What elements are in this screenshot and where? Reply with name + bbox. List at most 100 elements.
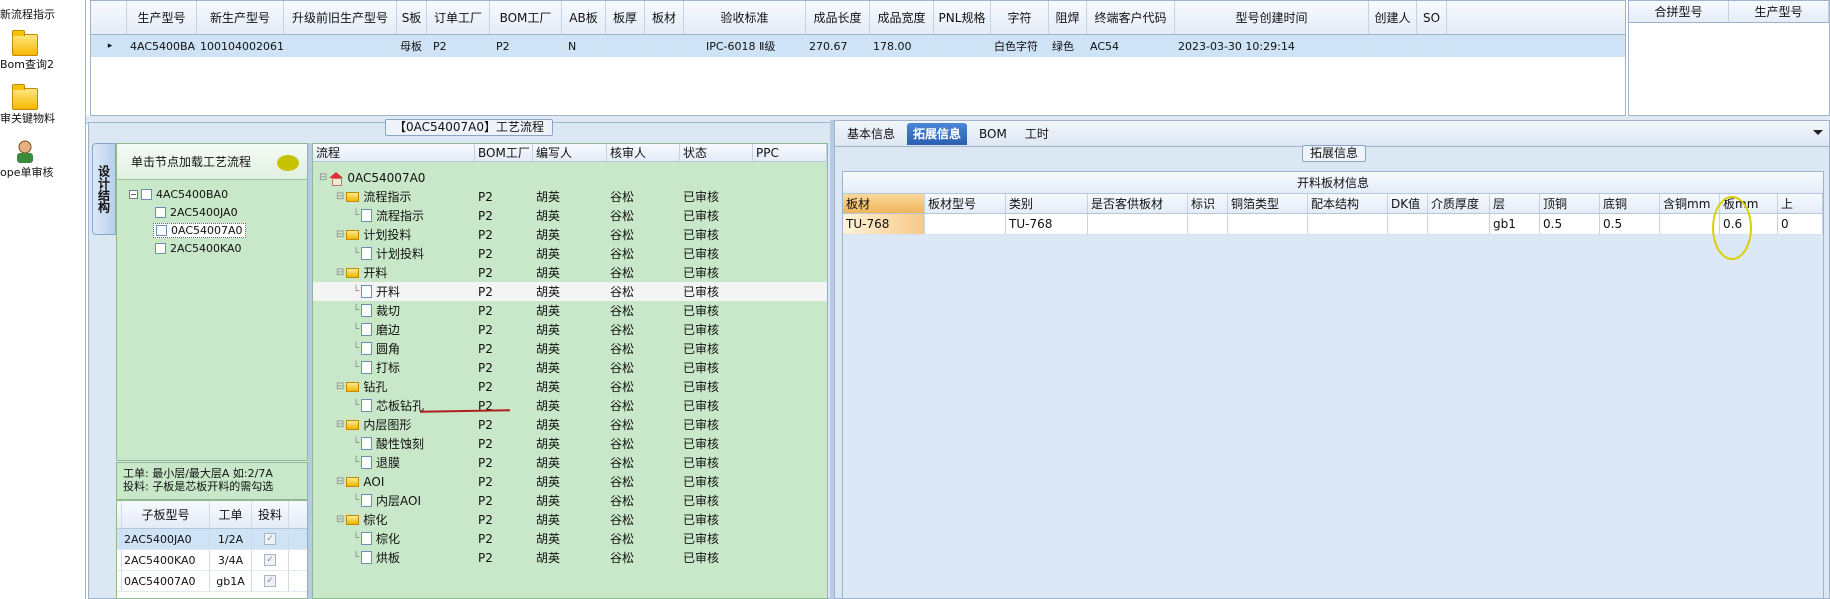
collapse-icon[interactable]: ⊟ [336,267,344,278]
collapse-icon[interactable]: ⊟ [336,514,344,525]
flow-reviewer-cell[interactable]: 谷松 [607,358,680,377]
flow-name-cell[interactable]: └ 酸性蚀刻 [313,434,475,453]
flow-name-cell[interactable]: └ 棕化 [313,529,475,548]
checkbox[interactable]: ✓ [264,533,276,545]
col-header[interactable]: BOM工厂 [475,144,533,161]
flow-name-cell[interactable]: ⊟ 计划投料 [313,225,475,244]
flow-author-cell[interactable]: 胡英 [533,529,607,548]
cell[interactable]: ✓ [252,529,289,549]
flow-ppc-cell[interactable] [753,339,827,358]
flow-bom-cell[interactable]: P2 [475,529,533,548]
cell[interactable] [1660,214,1720,234]
flow-name-cell[interactable]: ⊟ 棕化 [313,510,475,529]
tab-basic-info[interactable]: 基本信息 [841,123,901,145]
tree-node-root[interactable]: − 4AC5400BA0 [129,188,228,201]
col-header[interactable]: 是否客供板材 [1088,194,1188,213]
flow-reviewer-cell[interactable] [607,168,680,187]
flow-status-cell[interactable]: 已审核 [680,282,753,301]
flow-reviewer-cell[interactable]: 谷松 [607,244,680,263]
flow-ppc-cell[interactable] [753,434,827,453]
flow-reviewer-cell[interactable]: 谷松 [607,529,680,548]
flow-ppc-cell[interactable] [753,529,827,548]
flow-status-cell[interactable]: 已审核 [680,491,753,510]
flow-ppc-cell[interactable] [753,263,827,282]
flow-bom-cell[interactable]: P2 [475,491,533,510]
tab-work-hours[interactable]: 工时 [1019,123,1055,145]
flow-row[interactable]: ⊟ 流程指示 P2 胡英 谷松 已审核 [313,187,827,206]
flow-author-cell[interactable]: 胡英 [533,263,607,282]
flow-status-cell[interactable]: 已审核 [680,548,753,567]
cell[interactable]: 178.00 [870,35,934,57]
flow-row[interactable]: └ 内层AOI P2 胡英 谷松 已审核 [313,491,827,510]
flow-bom-cell[interactable]: P2 [475,282,533,301]
flow-ppc-cell[interactable] [753,320,827,339]
toolbar-item-key-material[interactable]: 审关键物料 [0,84,86,126]
flow-bom-cell[interactable]: P2 [475,453,533,472]
flow-reviewer-cell[interactable]: 谷松 [607,510,680,529]
col-header[interactable]: DK值 [1388,194,1428,213]
flow-status-cell[interactable]: 已审核 [680,434,753,453]
col-header[interactable]: 配本结构 [1308,194,1388,213]
flow-row[interactable]: ⊟ 0AC54007A0 [313,168,827,187]
flow-row[interactable]: └ 裁切 P2 胡英 谷松 已审核 [313,301,827,320]
node-checkbox[interactable] [155,243,166,254]
cell[interactable]: 0 [1778,214,1823,234]
flow-name-cell[interactable]: └ 圆角 [313,339,475,358]
flow-author-cell[interactable] [533,168,607,187]
col-header[interactable]: 板材 [843,194,925,213]
tree-node-selected[interactable]: 0AC54007A0 [153,223,246,238]
col-header[interactable]: 阻焊 [1049,1,1087,34]
cell[interactable]: 绿色 [1049,35,1087,57]
flow-status-cell[interactable]: 已审核 [680,320,753,339]
flow-status-cell[interactable]: 已审核 [680,453,753,472]
flow-author-cell[interactable]: 胡英 [533,510,607,529]
flow-ppc-cell[interactable] [753,206,827,225]
cell[interactable]: IPC-6018 Ⅱ级 [684,35,806,57]
flow-reviewer-cell[interactable]: 谷松 [607,339,680,358]
flow-bom-cell[interactable]: P2 [475,339,533,358]
cell[interactable] [284,35,397,57]
flow-author-cell[interactable]: 胡英 [533,377,607,396]
flow-bom-cell[interactable]: P2 [475,187,533,206]
tab-bom[interactable]: BOM [973,123,1013,145]
flow-name-cell[interactable]: ⊟ 流程指示 [313,187,475,206]
flow-name-cell[interactable]: └ 裁切 [313,301,475,320]
flow-bom-cell[interactable]: P2 [475,548,533,567]
flow-author-cell[interactable]: 胡英 [533,491,607,510]
flow-bom-cell[interactable]: P2 [475,301,533,320]
col-header[interactable]: 工单 [210,501,252,528]
flow-reviewer-cell[interactable]: 谷松 [607,415,680,434]
table-row[interactable]: TU-768 TU-768 gb1 0.5 0.5 0.6 0 [843,214,1823,235]
flow-author-cell[interactable]: 胡英 [533,434,607,453]
col-header[interactable]: 成品长度 [806,1,870,34]
flow-status-cell[interactable]: 已审核 [680,339,753,358]
toolbar-item-new-flow[interactable]: 新流程指示 [0,0,86,22]
col-header[interactable]: 状态 [680,144,753,161]
cell[interactable] [1088,214,1188,234]
flow-bom-cell[interactable]: P2 [475,320,533,339]
flow-reviewer-cell[interactable]: 谷松 [607,453,680,472]
col-header[interactable]: 升级前旧生产型号 [284,1,397,34]
col-header[interactable]: 投料 [252,501,289,528]
cell[interactable]: N [562,35,606,57]
col-header[interactable]: 板材 [645,1,684,34]
flow-ppc-cell[interactable] [753,225,827,244]
col-header[interactable]: SO [1417,1,1447,34]
cell[interactable]: ✓ [252,571,289,591]
col-header[interactable]: 顶铜 [1540,194,1600,213]
flow-reviewer-cell[interactable]: 谷松 [607,320,680,339]
col-header[interactable]: 新生产型号 [197,1,284,34]
flow-reviewer-cell[interactable]: 谷松 [607,377,680,396]
col-header[interactable]: PPC [753,144,827,161]
cell[interactable]: 母板 [397,35,427,57]
flow-ppc-cell[interactable] [753,377,827,396]
flow-reviewer-cell[interactable]: 谷松 [607,206,680,225]
flow-name-cell[interactable]: └ 内层AOI [313,491,475,510]
flow-bom-cell[interactable]: P2 [475,510,533,529]
flow-row[interactable]: └ 酸性蚀刻 P2 胡英 谷松 已审核 [313,434,827,453]
flow-reviewer-cell[interactable]: 谷松 [607,225,680,244]
flow-author-cell[interactable]: 胡英 [533,396,607,415]
flow-status-cell[interactable]: 已审核 [680,225,753,244]
flow-row[interactable]: └ 流程指示 P2 胡英 谷松 已审核 [313,206,827,225]
flow-row[interactable]: └ 打标 P2 胡英 谷松 已审核 [313,358,827,377]
